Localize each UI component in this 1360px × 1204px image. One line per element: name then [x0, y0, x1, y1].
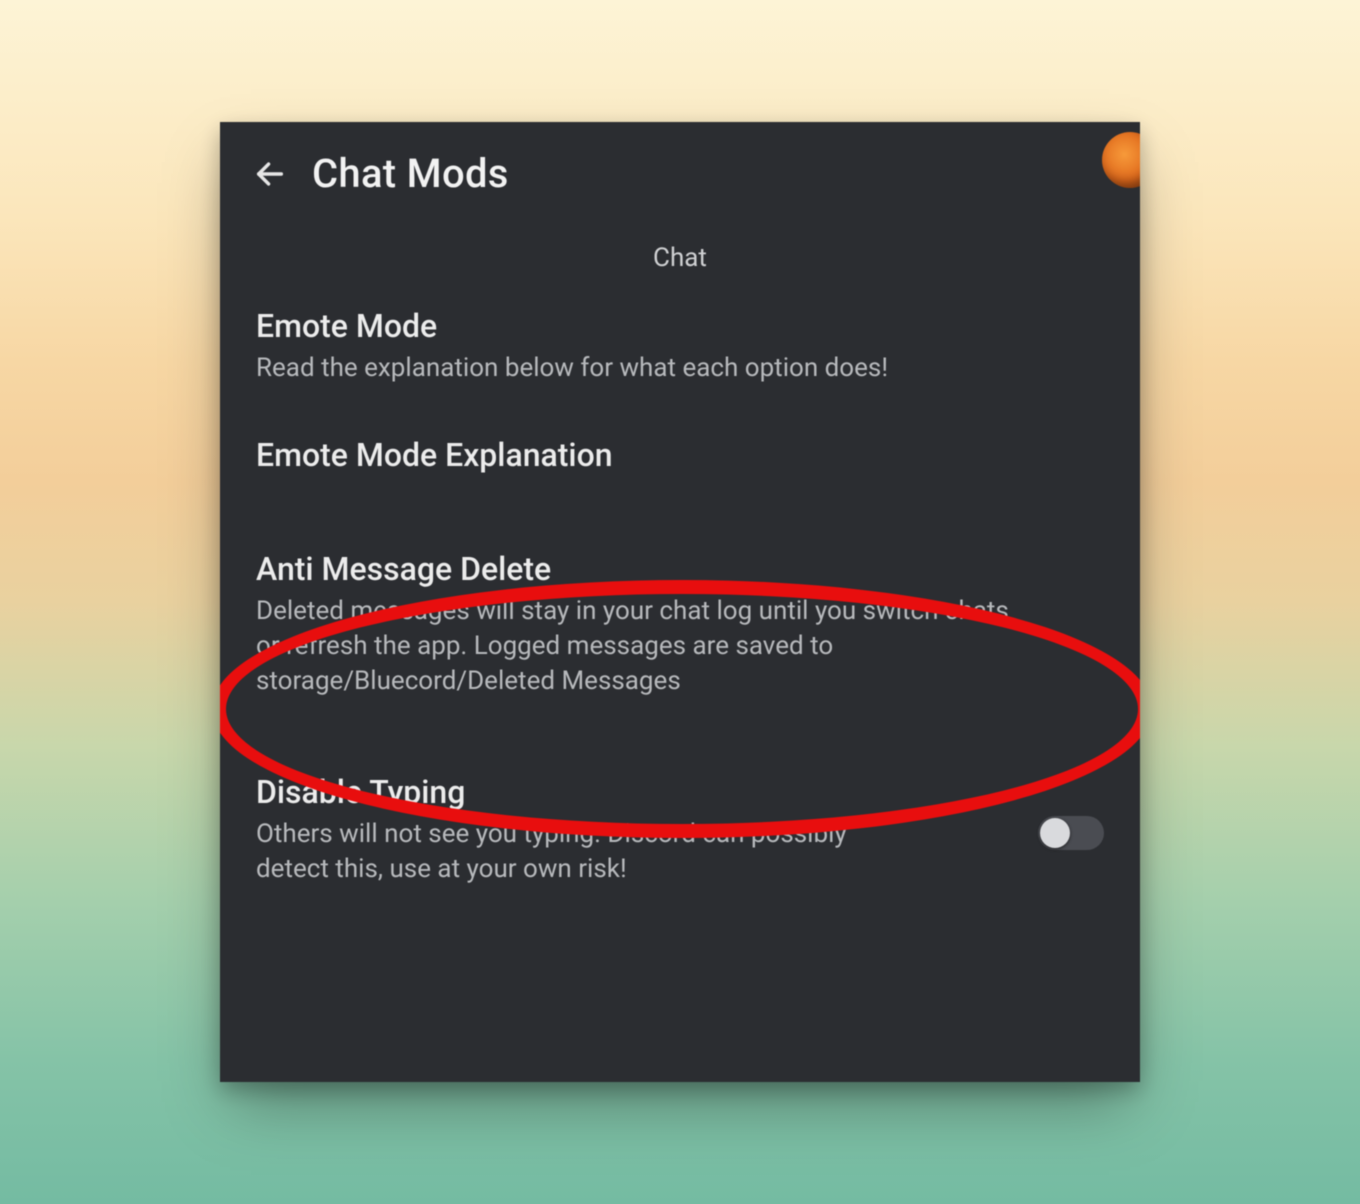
setting-title: Emote Mode: [256, 307, 1104, 345]
section-label-chat: Chat: [220, 243, 1140, 273]
setting-disable-typing[interactable]: Disable Typing Others will not see you t…: [250, 721, 1110, 909]
setting-title: Emote Mode Explanation: [256, 436, 1104, 474]
back-arrow-icon[interactable]: [250, 154, 290, 194]
setting-anti-message-delete[interactable]: Anti Message Delete Deleted messages wil…: [250, 502, 1110, 721]
setting-description: Deleted messages will stay in your chat …: [256, 594, 1036, 699]
setting-description: Read the explanation below for what each…: [256, 351, 1036, 386]
setting-emote-mode[interactable]: Emote Mode Read the explanation below fo…: [250, 273, 1110, 408]
title-bar: Chat Mods: [220, 122, 1140, 207]
setting-title: Disable Typing: [256, 773, 1014, 811]
setting-emote-mode-explanation[interactable]: Emote Mode Explanation: [250, 408, 1110, 502]
settings-list: Emote Mode Read the explanation below fo…: [220, 273, 1140, 910]
setting-description: Others will not see you typing. Discord …: [256, 817, 876, 887]
disable-typing-toggle[interactable]: [1038, 816, 1104, 850]
setting-title: Anti Message Delete: [256, 550, 1104, 588]
page-background: Chat Mods Chat Emote Mode Read the expla…: [0, 0, 1360, 1204]
settings-panel: Chat Mods Chat Emote Mode Read the expla…: [220, 122, 1140, 1082]
avatar[interactable]: [1102, 132, 1140, 188]
page-title: Chat Mods: [312, 150, 509, 197]
toggle-knob-icon: [1040, 818, 1070, 848]
